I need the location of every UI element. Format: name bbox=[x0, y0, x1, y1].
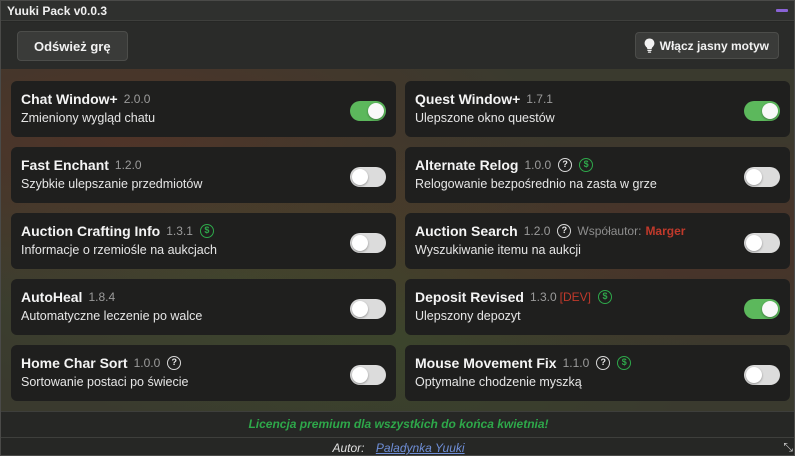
dev-badge: [DEV] bbox=[559, 289, 591, 304]
addon-description: Szybkie ulepszanie przedmiotów bbox=[21, 177, 203, 191]
author-line: Autor: Paladynka Yuuki bbox=[1, 441, 794, 455]
dollar-circle-icon: $ bbox=[579, 157, 594, 172]
addon-description: Automatyczne leczenie po walce bbox=[21, 309, 203, 323]
question-circle-icon[interactable]: ? bbox=[558, 157, 573, 172]
addon-header: AutoHeal 1.8.4 bbox=[21, 288, 386, 305]
toggle-knob bbox=[762, 301, 778, 317]
addon-description: Ulepszone okno questów bbox=[415, 111, 555, 125]
addon-version: 1.0.0 bbox=[133, 355, 161, 370]
addon-version: 2.0.0 bbox=[123, 91, 151, 106]
addon-description: Wyszukiwanie itemu na aukcji bbox=[415, 243, 581, 257]
minimize-icon[interactable] bbox=[776, 9, 788, 12]
addon-card-fast-enchant: Fast Enchant 1.2.0 Szybkie ulepszanie prze… bbox=[11, 147, 396, 203]
author-label: Autor: bbox=[332, 441, 365, 455]
addon-name: Fast Enchant bbox=[21, 156, 109, 173]
addon-name: Auction Crafting Info bbox=[21, 222, 161, 239]
addon-toggle-home-char-sort[interactable] bbox=[350, 365, 386, 385]
addon-name: Deposit Revised bbox=[415, 288, 524, 305]
addon-description: Sortowanie postaci po świecie bbox=[21, 375, 189, 389]
toggle-knob bbox=[352, 301, 368, 317]
addon-grid: Chat Window+ 2.0.0 Zmieniony wygląd chatu Q… bbox=[11, 81, 790, 401]
addon-toggle-chat-window[interactable] bbox=[350, 101, 386, 121]
license-notice: Licencja premium dla wszystkich do końca… bbox=[248, 417, 549, 431]
footer-divider bbox=[1, 437, 794, 438]
addon-manager-window: Yuuki Pack v0.0.3 Odśwież grę Włącz jasn… bbox=[0, 0, 795, 456]
addon-header: Deposit Revised 1.3.0 [DEV] $ bbox=[415, 288, 780, 305]
addon-version: 1.7.1 bbox=[526, 91, 553, 106]
light-theme-button[interactable]: Włącz jasny motyw bbox=[634, 32, 779, 59]
addon-header: Auction Search 1.2.0? Współautor: Marger bbox=[415, 222, 780, 239]
dollar-circle-icon: $ bbox=[597, 289, 612, 304]
question-circle-icon[interactable]: ? bbox=[557, 223, 572, 238]
lightbulb-icon bbox=[644, 38, 655, 53]
addon-name: Auction Search bbox=[415, 222, 518, 239]
addon-name: Quest Window+ bbox=[415, 90, 521, 107]
toolbar: Odśwież grę Włącz jasny motyw bbox=[1, 22, 794, 69]
addon-header: Alternate Relog 1.0.0? $ bbox=[415, 156, 780, 173]
addon-toggle-mouse-movement-fix[interactable] bbox=[744, 365, 780, 385]
addon-description: Zmieniony wygląd chatu bbox=[21, 111, 156, 125]
addon-name: Mouse Movement Fix bbox=[415, 354, 557, 371]
addon-name: Chat Window+ bbox=[21, 90, 118, 107]
addon-header: Mouse Movement Fix 1.1.0? $ bbox=[415, 354, 780, 371]
addon-card-auction-crafting-info: Auction Crafting Info 1.3.1 $ Informacje o … bbox=[11, 213, 396, 269]
author-link[interactable]: Paladynka Yuuki bbox=[376, 441, 465, 455]
addon-header: Fast Enchant 1.2.0 bbox=[21, 156, 386, 173]
addon-list-area: Chat Window+ 2.0.0 Zmieniony wygląd chatu Q… bbox=[1, 69, 794, 411]
toggle-knob bbox=[746, 367, 762, 383]
dollar-circle-icon: $ bbox=[199, 223, 214, 238]
addon-header: Chat Window+ 2.0.0 bbox=[21, 90, 386, 107]
toggle-knob bbox=[746, 235, 762, 251]
coauthor-name: Marger bbox=[645, 223, 686, 238]
resize-handle-icon[interactable]: ⤡ bbox=[783, 440, 793, 455]
toggle-knob bbox=[746, 169, 762, 185]
addon-card-auction-search: Auction Search 1.2.0? Współautor: Marger Wys… bbox=[405, 213, 790, 269]
addon-version: 1.0.0 bbox=[524, 157, 552, 172]
addon-toggle-deposit-revised[interactable] bbox=[744, 299, 780, 319]
addon-toggle-quest-window[interactable] bbox=[744, 101, 780, 121]
refresh-game-button[interactable]: Odśwież grę bbox=[17, 31, 128, 61]
addon-name: AutoHeal bbox=[21, 288, 83, 305]
addon-header: Auction Crafting Info 1.3.1 $ bbox=[21, 222, 386, 239]
question-circle-icon[interactable]: ? bbox=[596, 355, 611, 370]
addon-toggle-fast-enchant[interactable] bbox=[350, 167, 386, 187]
footer: Licencja premium dla wszystkich do końca… bbox=[1, 411, 794, 455]
addon-toggle-auction-search[interactable] bbox=[744, 233, 780, 253]
addon-card-mouse-movement-fix: Mouse Movement Fix 1.1.0? $ Optymalne chodz… bbox=[405, 345, 790, 401]
toggle-knob bbox=[352, 169, 368, 185]
addon-description: Ulepszony depozyt bbox=[415, 309, 521, 323]
addon-name: Home Char Sort bbox=[21, 354, 128, 371]
addon-version: 1.1.0 bbox=[562, 355, 590, 370]
addon-toggle-auction-crafting-info[interactable] bbox=[350, 233, 386, 253]
coauthor-label: Współautor: bbox=[577, 223, 642, 238]
addon-version: 1.3.0 bbox=[529, 289, 557, 304]
addon-toggle-autoheal[interactable] bbox=[350, 299, 386, 319]
addon-card-home-char-sort: Home Char Sort 1.0.0? Sortowanie postaci p… bbox=[11, 345, 396, 401]
addon-header: Home Char Sort 1.0.0? bbox=[21, 354, 386, 371]
light-theme-label: Włącz jasny motyw bbox=[659, 38, 769, 53]
toggle-knob bbox=[352, 367, 368, 383]
addon-version: 1.3.1 bbox=[166, 223, 193, 238]
addon-card-chat-window: Chat Window+ 2.0.0 Zmieniony wygląd chatu bbox=[11, 81, 396, 137]
question-circle-icon[interactable]: ? bbox=[167, 355, 182, 370]
addon-card-alternate-relog: Alternate Relog 1.0.0? $ Relogowanie bezpoś… bbox=[405, 147, 790, 203]
addon-version: 1.2.0 bbox=[114, 157, 142, 172]
toggle-knob bbox=[352, 235, 368, 251]
window-title: Yuuki Pack v0.0.3 bbox=[7, 3, 108, 18]
addon-description: Optymalne chodzenie myszką bbox=[415, 375, 582, 389]
addon-description: Relogowanie bezpośrednio na zasta w grze bbox=[415, 177, 657, 191]
toggle-knob bbox=[368, 103, 384, 119]
addon-version: 1.2.0 bbox=[523, 223, 551, 238]
dollar-circle-icon: $ bbox=[617, 355, 632, 370]
addon-card-autoheal: AutoHeal 1.8.4 Automatyczne leczenie po wa… bbox=[11, 279, 396, 335]
toggle-knob bbox=[762, 103, 778, 119]
addon-card-deposit-revised: Deposit Revised 1.3.0 [DEV] $ Ulepszony depo… bbox=[405, 279, 790, 335]
addon-description: Informacje o rzemiośle na aukcjach bbox=[21, 243, 217, 257]
addon-header: Quest Window+ 1.7.1 bbox=[415, 90, 780, 107]
addon-version: 1.8.4 bbox=[88, 289, 116, 304]
addon-card-quest-window: Quest Window+ 1.7.1 Ulepszone okno questów bbox=[405, 81, 790, 137]
title-bar[interactable]: Yuuki Pack v0.0.3 bbox=[1, 1, 794, 21]
addon-toggle-alternate-relog[interactable] bbox=[744, 167, 780, 187]
addon-name: Alternate Relog bbox=[415, 156, 519, 173]
